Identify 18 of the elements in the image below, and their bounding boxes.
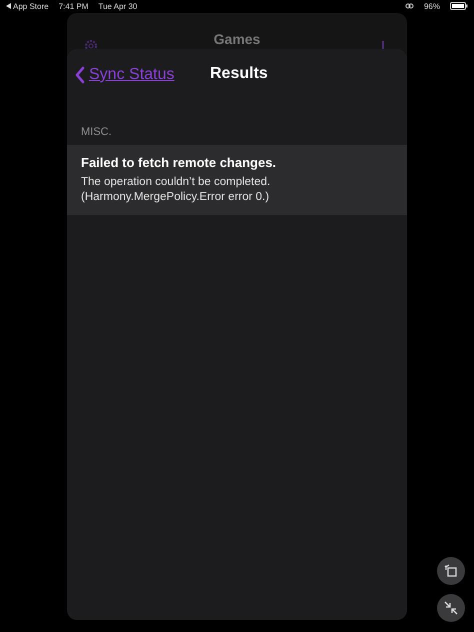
back-triangle-icon [6,3,11,9]
section-header: MISC. [80,125,113,140]
shrink-button[interactable] [437,594,465,622]
error-title: Failed to fetch remote changes. [81,155,278,170]
rotate-icon [444,564,458,578]
gear-icon [84,39,98,49]
status-time: 7:41 PM [58,2,88,10]
chevron-left-icon [75,66,85,84]
nav-title: Results [210,65,268,83]
error-detail: The operation couldn’t be completed. (Harmony.MergePolicy.Error error 0.) [81,175,272,205]
status-date: Tue Apr 30 [98,2,138,10]
rotate-button[interactable] [437,557,465,585]
shrink-arrows-icon [444,601,458,615]
battery-icon [450,2,468,10]
battery-percent: 96% [424,2,440,10]
link-icon [404,3,414,9]
background-title: Games [214,31,260,47]
back-to-app-link[interactable]: App Store [13,2,49,10]
